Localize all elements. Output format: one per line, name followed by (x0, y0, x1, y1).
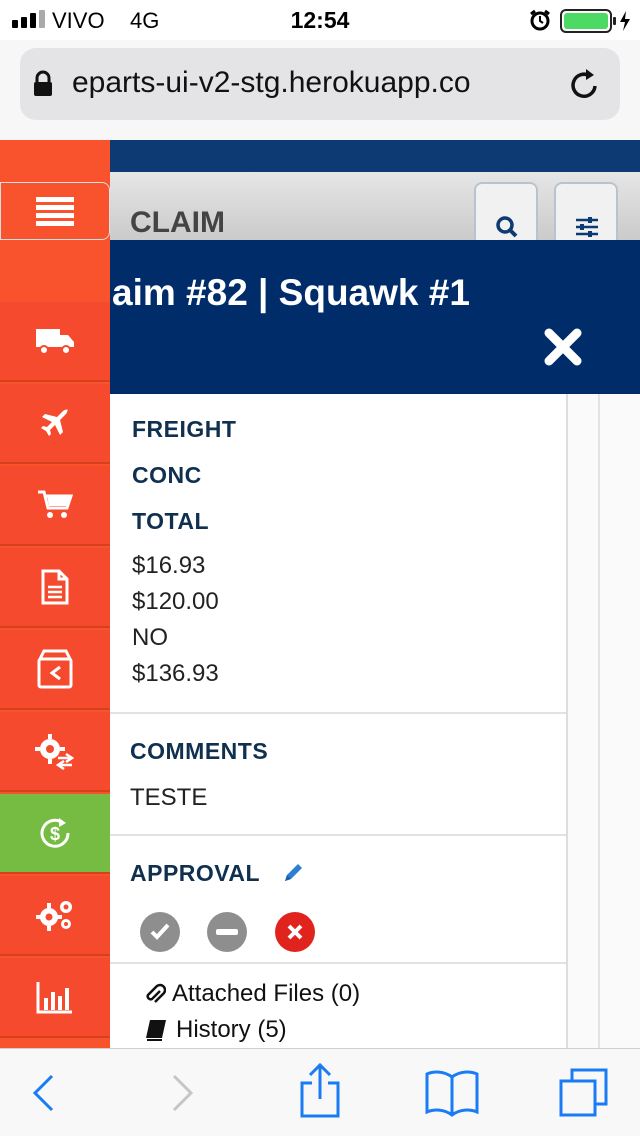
url-text[interactable]: eparts-ui-v2-stg.herokuapp.co (72, 66, 547, 100)
minus-icon (216, 929, 238, 935)
gear-exchange-icon (35, 734, 75, 770)
gears-icon (36, 901, 72, 931)
tabs-icon[interactable] (558, 1067, 610, 1117)
lock-icon (34, 70, 52, 96)
menu-toggle[interactable] (0, 182, 110, 240)
history-link[interactable]: History (5) (176, 1016, 287, 1044)
browser-bottom-bar (0, 1048, 640, 1136)
sidebar-item-freight[interactable] (0, 302, 110, 382)
battery-icon (560, 9, 630, 33)
check-icon (150, 923, 170, 940)
bookmarks-icon[interactable] (424, 1069, 480, 1117)
flag-value: NO (132, 624, 168, 651)
divider (110, 712, 566, 714)
alarm-icon (530, 9, 550, 31)
browser-toolbar: eparts-ui-v2-stg.herokuapp.co (0, 40, 640, 140)
book-icon (146, 1020, 166, 1041)
reload-icon[interactable] (568, 66, 602, 102)
back-icon[interactable] (30, 1073, 56, 1113)
approval-label: APPROVAL (130, 860, 261, 886)
cart-icon (38, 490, 73, 518)
svg-text:$: $ (50, 824, 60, 844)
freight-label: FREIGHT (132, 416, 237, 442)
sidebar-item-returns[interactable] (0, 630, 110, 710)
page-title: CLAIM (130, 206, 225, 239)
sidebar-item-cart[interactable] (0, 466, 110, 546)
web-page: CLAIM aim #82 | Squawk #1 FREIGHT CONC T… (0, 140, 640, 1048)
return-box-icon (37, 649, 73, 689)
address-bar[interactable]: eparts-ui-v2-stg.herokuapp.co (20, 48, 620, 120)
paperclip-icon (146, 983, 166, 1003)
divider (110, 962, 566, 964)
divider (110, 834, 566, 836)
truck-icon (36, 329, 74, 355)
comments-value: TESTE (130, 784, 208, 811)
attached-files-link[interactable]: Attached Files (0) (172, 980, 360, 1008)
bar-chart-icon (36, 982, 72, 1014)
document-icon (41, 569, 69, 605)
reject-button[interactable] (275, 912, 315, 952)
sidebar-item-exchange[interactable] (0, 712, 110, 792)
sidebar-item-documents[interactable] (0, 548, 110, 628)
conc-value: $120.00 (132, 588, 219, 615)
modal-title: aim #82 | Squawk #1 (112, 272, 470, 313)
search-icon (496, 216, 518, 238)
x-icon (287, 924, 303, 940)
status-bar: VIVO 4G 12:54 (0, 0, 640, 40)
forward-icon[interactable] (170, 1073, 196, 1113)
sidebar: $ (0, 140, 110, 1048)
share-icon[interactable] (298, 1063, 342, 1119)
total-label: TOTAL (132, 508, 210, 534)
neutral-button[interactable] (207, 912, 247, 952)
sidebar-item-reports[interactable] (0, 958, 110, 1038)
conc-label: CONC (132, 462, 202, 488)
comments-label: COMMENTS (130, 738, 269, 764)
close-icon[interactable] (542, 326, 584, 368)
sidebar-item-finance[interactable]: $ (0, 794, 110, 874)
sidebar-item-settings[interactable] (0, 876, 110, 956)
plane-icon (41, 409, 68, 436)
total-value: $136.93 (132, 660, 219, 687)
menu-icon (36, 197, 74, 226)
sidebar-item-aircraft[interactable] (0, 384, 110, 464)
sliders-icon (576, 217, 598, 237)
freight-value: $16.93 (132, 552, 206, 579)
dollar-refresh-icon: $ (40, 818, 70, 848)
approve-button[interactable] (140, 912, 180, 952)
pencil-icon[interactable] (282, 862, 304, 884)
scroll-gutter (568, 394, 640, 1048)
